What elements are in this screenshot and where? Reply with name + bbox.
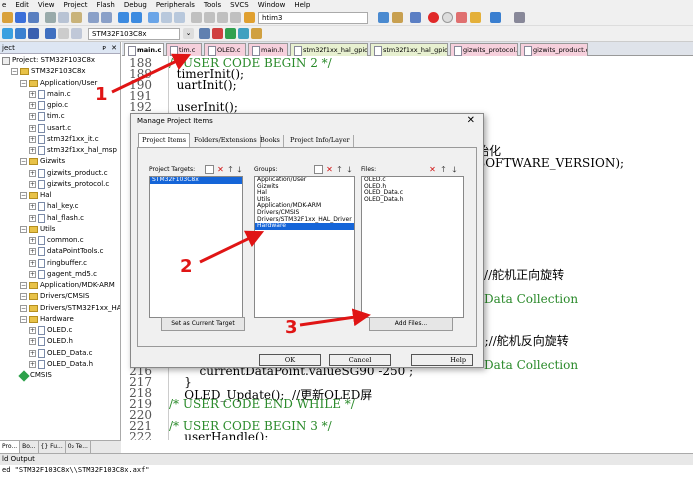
annotation-arrow-2 — [199, 230, 265, 264]
annotation-2: 2 — [180, 256, 193, 277]
annotation-3: 3 — [285, 317, 298, 338]
annotation-arrow-3 — [299, 308, 371, 327]
annotation-overlay — [111, 53, 371, 327]
annotation-arrow-1 — [111, 53, 192, 94]
annotation-1: 1 — [95, 84, 108, 105]
